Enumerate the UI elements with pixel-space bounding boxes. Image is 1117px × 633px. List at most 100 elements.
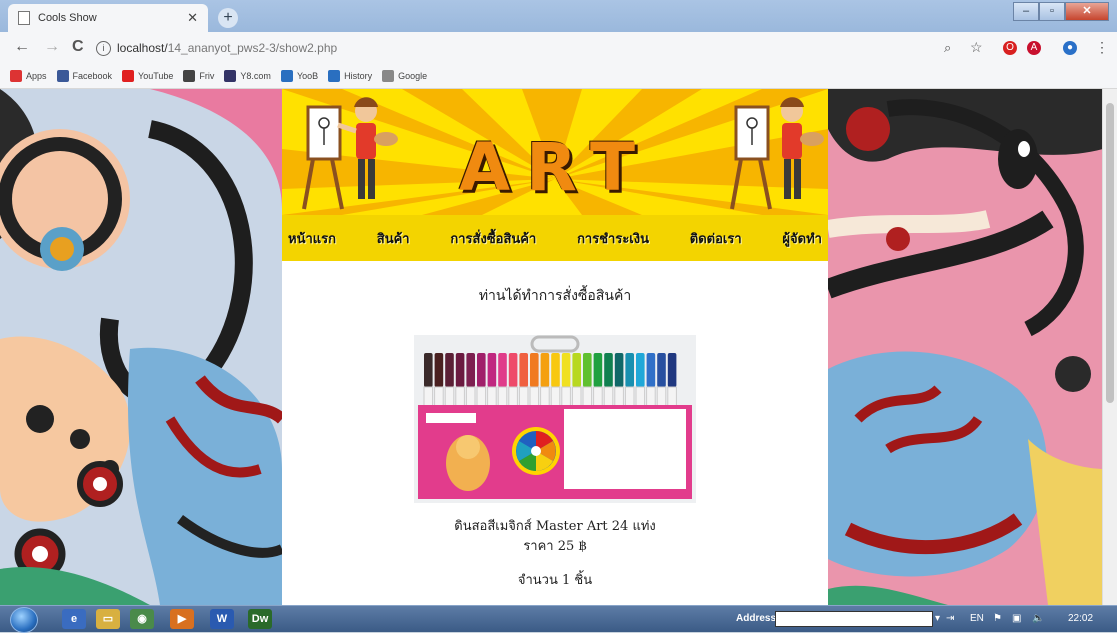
nav-menu-item[interactable]: การสั่งซื้อสินค้า bbox=[444, 228, 542, 249]
marker-cap bbox=[614, 353, 624, 387]
marker-cap bbox=[604, 353, 613, 387]
bookmark-yoob[interactable]: YooB bbox=[280, 70, 319, 82]
volume-icon[interactable]: 🔈 bbox=[1032, 613, 1044, 624]
url-text: localhost/14_ananyot_pws2-3/show2.php bbox=[117, 41, 337, 55]
marker-cap bbox=[424, 353, 433, 387]
word-taskbar-icon[interactable]: W bbox=[210, 609, 234, 629]
chrome-taskbar-icon[interactable]: ◉ bbox=[130, 609, 154, 629]
color-wheel-icon bbox=[516, 431, 556, 471]
marker-body bbox=[434, 386, 444, 408]
marker-cap bbox=[530, 353, 539, 387]
marker-body bbox=[603, 386, 614, 408]
opera-extension-icon[interactable]: O bbox=[1003, 41, 1017, 55]
marker-body bbox=[550, 386, 561, 408]
bookmark-icon bbox=[382, 70, 395, 82]
nav-menu-item[interactable]: หน้าแรก bbox=[282, 228, 342, 249]
nav-menu-item[interactable]: การชำระเงิน bbox=[571, 228, 655, 249]
menu-dots-icon[interactable]: ⋮ bbox=[1095, 39, 1109, 56]
background-painting-left bbox=[0, 89, 282, 605]
marker-body bbox=[635, 386, 646, 408]
minimize-button[interactable]: – bbox=[1013, 2, 1039, 21]
marker-cap bbox=[646, 353, 656, 387]
start-button[interactable] bbox=[10, 607, 38, 633]
bookmark-google[interactable]: Google bbox=[382, 70, 427, 82]
marker-body bbox=[561, 386, 571, 408]
scrollbar-thumb[interactable] bbox=[1106, 103, 1114, 403]
profile-avatar-icon[interactable]: ● bbox=[1063, 41, 1077, 55]
marker-cap bbox=[636, 353, 645, 387]
bookmark-label: YouTube bbox=[138, 71, 174, 81]
marker-body bbox=[455, 386, 465, 408]
new-tab-button[interactable]: + bbox=[218, 8, 238, 28]
nav-menu-item[interactable]: ติดต่อเรา bbox=[684, 228, 748, 249]
marker-cap bbox=[434, 353, 444, 387]
address-toolbar: ← → C i localhost/14_ananyot_pws2-3/show… bbox=[0, 32, 1117, 64]
close-window-button[interactable]: ✕ bbox=[1065, 2, 1109, 21]
banner-title: ART bbox=[459, 129, 651, 206]
site-container: ART หน้าแรก สินค้า การสั่งซื้อสินค้า การชำร… bbox=[282, 89, 828, 605]
bookmark-facebook[interactable]: Facebook bbox=[56, 70, 112, 82]
nav-menu-item[interactable]: สินค้า bbox=[371, 228, 416, 249]
bookmark-history[interactable]: History bbox=[328, 70, 372, 82]
forward-button[interactable]: → bbox=[44, 38, 60, 56]
tab-title: Cools Show bbox=[38, 12, 97, 24]
marker-body bbox=[497, 386, 508, 408]
bookmark-icon bbox=[224, 70, 237, 82]
address-dropdown-icon[interactable]: ▾ bbox=[935, 613, 940, 624]
site-banner: ART bbox=[282, 89, 828, 215]
bookmark-apps[interactable]: Apps bbox=[10, 70, 47, 82]
bookmark-label: YooB bbox=[296, 71, 319, 81]
marker-cap bbox=[487, 353, 497, 387]
url-path: 14_ananyot_pws2-3/show2.php bbox=[167, 41, 338, 55]
bookmark-icon bbox=[328, 70, 341, 82]
product-price: ราคา 25 ฿ bbox=[523, 539, 587, 554]
bookmark-label: Apps bbox=[26, 71, 47, 81]
maximize-button[interactable]: ▫ bbox=[1039, 2, 1065, 21]
marker-cap bbox=[657, 353, 666, 387]
network-icon[interactable]: ▣ bbox=[1012, 613, 1021, 624]
page-icon bbox=[18, 11, 30, 25]
explorer-taskbar-icon[interactable]: ▭ bbox=[96, 609, 120, 629]
marker-body bbox=[582, 386, 593, 408]
marker-cap bbox=[625, 353, 634, 387]
bookmark-y8-com[interactable]: Y8.com bbox=[224, 70, 271, 82]
marker-body bbox=[656, 386, 667, 408]
flag-icon[interactable]: ⚑ bbox=[993, 613, 1002, 624]
windows-taskbar: e ▭ ◉ ▶ W Dw Address ▾ ⇥ EN ⚑ ▣ 🔈 22:02 bbox=[0, 605, 1117, 633]
info-icon[interactable]: i bbox=[96, 40, 111, 56]
product-quantity: จำนวน 1 ชิ้น bbox=[517, 573, 593, 588]
adblock-extension-icon[interactable]: A bbox=[1027, 41, 1041, 55]
back-button[interactable]: ← bbox=[14, 38, 30, 56]
language-indicator[interactable]: EN bbox=[970, 613, 984, 624]
zoom-icon[interactable]: ⌕ bbox=[944, 40, 951, 56]
product-image bbox=[414, 335, 696, 503]
dreamweaver-taskbar-icon[interactable]: Dw bbox=[248, 609, 272, 629]
page-scrollbar[interactable] bbox=[1102, 89, 1117, 605]
marker-cap bbox=[519, 353, 528, 387]
marker-body bbox=[487, 386, 497, 408]
window-controls: – ▫ ✕ bbox=[1013, 2, 1109, 21]
marker-body bbox=[571, 386, 582, 408]
clock[interactable]: 22:02 bbox=[1068, 613, 1093, 624]
url-bar[interactable]: i localhost/14_ananyot_pws2-3/show2.php bbox=[96, 37, 976, 59]
tab-close-icon[interactable]: ✕ bbox=[187, 10, 198, 26]
reload-button[interactable]: C bbox=[72, 38, 84, 56]
go-icon[interactable]: ⇥ bbox=[946, 613, 954, 624]
nav-menu-item[interactable]: ผู้จัดทำ bbox=[776, 228, 828, 249]
marker-body bbox=[624, 386, 635, 408]
marker-body bbox=[476, 386, 487, 408]
bookmark-icon bbox=[183, 70, 196, 82]
ie-taskbar-icon[interactable]: e bbox=[62, 609, 86, 629]
background-painting-right bbox=[828, 89, 1103, 605]
order-confirmation-message: ท่านได้ทำการสั่งซื้อสินค้า bbox=[478, 288, 632, 304]
bookmark-star-icon[interactable]: ☆ bbox=[970, 39, 983, 56]
taskbar-address-input[interactable] bbox=[775, 611, 933, 627]
marker-cap bbox=[508, 353, 518, 387]
bookmarks-bar: Apps Facebook YouTube Friv Y8.com YooB History… bbox=[0, 64, 1117, 89]
bookmark-icon bbox=[10, 70, 22, 82]
browser-tab[interactable]: Cools Show ✕ bbox=[8, 4, 208, 32]
marker-cap bbox=[583, 353, 592, 387]
media-player-taskbar-icon[interactable]: ▶ bbox=[170, 609, 194, 629]
bookmark-friv[interactable]: Friv bbox=[183, 70, 214, 82]
bookmark-youtube[interactable]: YouTube bbox=[122, 70, 173, 82]
